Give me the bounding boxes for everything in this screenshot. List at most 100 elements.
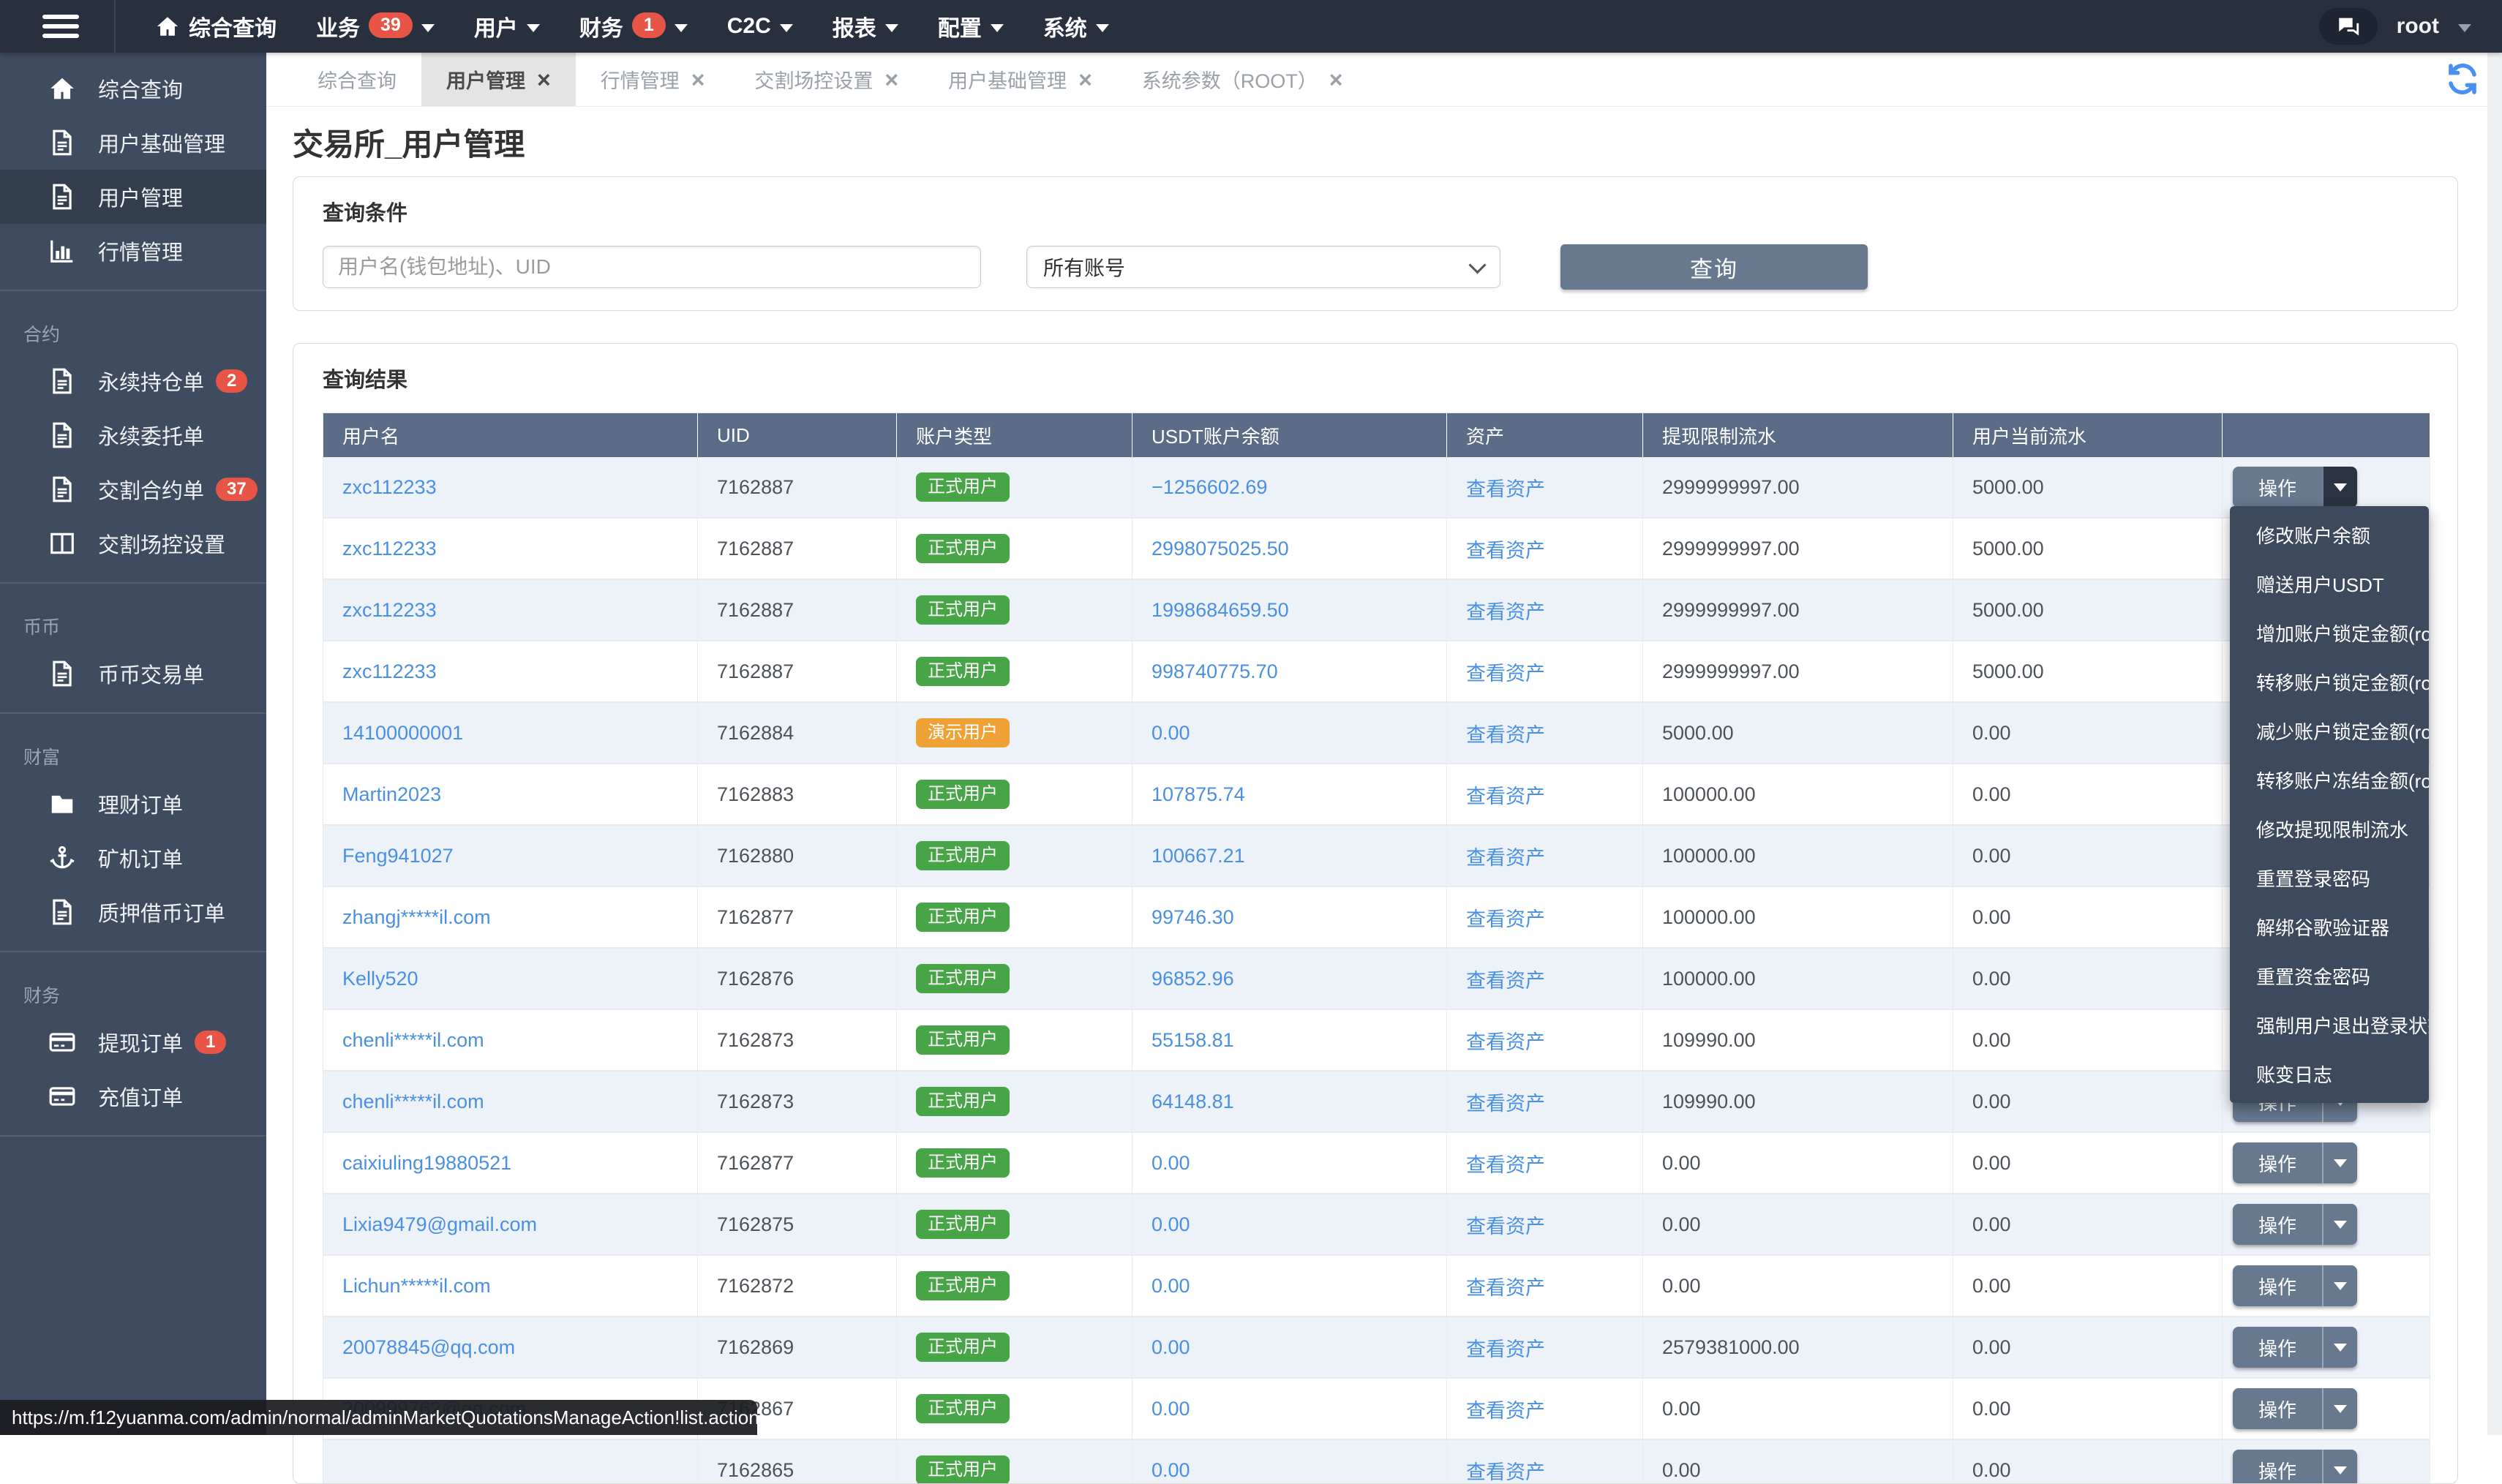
chevron-down-icon[interactable]: [2458, 24, 2471, 32]
navbar-item[interactable]: 系统: [1043, 10, 1109, 42]
balance-link[interactable]: 96852.96: [1152, 968, 1234, 990]
action-dropdown-toggle[interactable]: [2322, 1265, 2357, 1306]
username-link[interactable]: zxc112233: [342, 660, 437, 682]
action-button[interactable]: 操作: [2233, 1142, 2357, 1183]
sidebar-item[interactable]: 矿机订单: [0, 831, 266, 885]
username-link[interactable]: Lichun*****il.com: [342, 1275, 491, 1297]
tab[interactable]: 系统参数（ROOT） ×: [1117, 53, 1368, 106]
action-menu-item[interactable]: 修改账户余额: [2230, 511, 2429, 560]
sidebar-item[interactable]: 充值订单: [0, 1069, 266, 1123]
sidebar-item[interactable]: 提现订单 1: [0, 1015, 266, 1069]
username-link[interactable]: 20078845@qq.com: [342, 1336, 515, 1358]
navbar-item[interactable]: 配置: [938, 10, 1004, 42]
action-button-label[interactable]: 操作: [2233, 467, 2322, 508]
sidebar-item[interactable]: 币币交易单: [0, 647, 266, 701]
view-assets-link[interactable]: 查看资产: [1466, 1154, 1545, 1176]
view-assets-link[interactable]: 查看资产: [1466, 540, 1545, 562]
action-menu-item[interactable]: 重置资金密码: [2230, 952, 2429, 1001]
action-dropdown-toggle[interactable]: [2322, 1388, 2357, 1429]
balance-link[interactable]: 0.00: [1152, 1398, 1190, 1420]
username-link[interactable]: chenli*****il.com: [342, 1091, 484, 1112]
action-button[interactable]: 操作: [2233, 1450, 2357, 1484]
close-icon[interactable]: ×: [1329, 68, 1343, 91]
action-menu-item[interactable]: 赠送用户USDT: [2230, 560, 2429, 609]
view-assets-link[interactable]: 查看资产: [1466, 1277, 1545, 1299]
close-icon[interactable]: ×: [537, 68, 551, 91]
action-menu-item[interactable]: 转移账户锁定金额(root): [2230, 658, 2429, 707]
sidebar-item[interactable]: 用户管理: [0, 170, 266, 224]
view-assets-link[interactable]: 查看资产: [1466, 1400, 1545, 1422]
action-button[interactable]: 操作: [2233, 1327, 2357, 1368]
action-menu-item[interactable]: 增加账户锁定金额(root): [2230, 609, 2429, 658]
username-link[interactable]: 14100000001: [342, 722, 463, 744]
action-button[interactable]: 操作: [2233, 1388, 2357, 1429]
action-button-label[interactable]: 操作: [2233, 1388, 2322, 1429]
username-link[interactable]: Lixia9479@gmail.com: [342, 1213, 537, 1235]
sidebar-item[interactable]: 质押借币订单: [0, 885, 266, 939]
action-dropdown-toggle[interactable]: [2322, 1142, 2357, 1183]
balance-link[interactable]: 0.00: [1152, 1213, 1190, 1235]
action-button-label[interactable]: 操作: [2233, 1450, 2322, 1484]
view-assets-link[interactable]: 查看资产: [1466, 1461, 1545, 1483]
chat-button[interactable]: [2319, 8, 2378, 45]
scrollbar-track[interactable]: [2487, 53, 2502, 1435]
navbar-item[interactable]: 用户: [474, 10, 540, 42]
action-dropdown-toggle[interactable]: [2322, 1450, 2357, 1484]
refresh-button[interactable]: [2445, 61, 2480, 97]
navbar-item[interactable]: 业务 39: [316, 10, 435, 42]
view-assets-link[interactable]: 查看资产: [1466, 1338, 1545, 1360]
action-menu-item[interactable]: 减少账户锁定金额(root): [2230, 707, 2429, 756]
tab[interactable]: 用户基础管理 ×: [923, 53, 1117, 106]
action-button-label[interactable]: 操作: [2233, 1265, 2322, 1306]
balance-link[interactable]: 0.00: [1152, 722, 1190, 744]
view-assets-link[interactable]: 查看资产: [1466, 908, 1545, 930]
search-input[interactable]: [323, 246, 981, 288]
username-link[interactable]: chenli*****il.com: [342, 1029, 484, 1051]
navbar-item[interactable]: C2C: [727, 14, 793, 39]
hamburger-menu-button[interactable]: [42, 15, 79, 38]
balance-link[interactable]: 1998684659.50: [1152, 599, 1289, 621]
action-dropdown-toggle[interactable]: [2322, 1204, 2357, 1245]
username-link[interactable]: zxc112233: [342, 538, 437, 560]
username-link[interactable]: caixiuling19880521: [342, 1152, 511, 1174]
tab[interactable]: 用户管理 ×: [421, 53, 576, 106]
username-link[interactable]: zhangj*****il.com: [342, 906, 491, 928]
tab[interactable]: 行情管理 ×: [576, 53, 730, 106]
view-assets-link[interactable]: 查看资产: [1466, 1031, 1545, 1053]
sidebar-item[interactable]: 理财订单: [0, 777, 266, 831]
account-type-select[interactable]: 所有账号: [1026, 246, 1500, 288]
balance-link[interactable]: 0.00: [1152, 1336, 1190, 1358]
tab[interactable]: 综合查询: [293, 53, 421, 106]
close-icon[interactable]: ×: [884, 68, 898, 91]
tab[interactable]: 交割场控设置 ×: [729, 53, 923, 106]
action-button[interactable]: 操作: [2233, 467, 2357, 508]
close-icon[interactable]: ×: [691, 68, 705, 91]
view-assets-link[interactable]: 查看资产: [1466, 1093, 1545, 1115]
username-link[interactable]: zxc112233: [342, 476, 437, 498]
navbar-item[interactable]: 综合查询: [155, 10, 277, 42]
query-button[interactable]: 查询: [1560, 244, 1868, 290]
action-button-label[interactable]: 操作: [2233, 1142, 2322, 1183]
action-menu-item[interactable]: 解绑谷歌验证器: [2230, 903, 2429, 952]
action-dropdown-toggle[interactable]: [2322, 1327, 2357, 1368]
action-menu-item[interactable]: 账变日志: [2230, 1050, 2429, 1099]
balance-link[interactable]: 0.00: [1152, 1152, 1190, 1174]
view-assets-link[interactable]: 查看资产: [1466, 724, 1545, 746]
balance-link[interactable]: 0.00: [1152, 1275, 1190, 1297]
sidebar-item[interactable]: 永续持仓单 2: [0, 354, 266, 408]
balance-link[interactable]: 64148.81: [1152, 1091, 1234, 1112]
view-assets-link[interactable]: 查看资产: [1466, 1216, 1545, 1238]
username-link[interactable]: Martin2023: [342, 783, 441, 805]
view-assets-link[interactable]: 查看资产: [1466, 786, 1545, 807]
balance-link[interactable]: −1256602.69: [1152, 476, 1267, 498]
view-assets-link[interactable]: 查看资产: [1466, 478, 1545, 500]
action-button[interactable]: 操作: [2233, 1204, 2357, 1245]
sidebar-item[interactable]: 行情管理: [0, 224, 266, 278]
username-link[interactable]: Kelly520: [342, 968, 418, 990]
action-menu-item[interactable]: 修改提现限制流水: [2230, 805, 2429, 854]
close-icon[interactable]: ×: [1078, 68, 1092, 91]
username-link[interactable]: zxc112233: [342, 599, 437, 621]
action-button-label[interactable]: 操作: [2233, 1327, 2322, 1368]
balance-link[interactable]: 107875.74: [1152, 783, 1245, 805]
username-link[interactable]: Feng941027: [342, 845, 454, 867]
